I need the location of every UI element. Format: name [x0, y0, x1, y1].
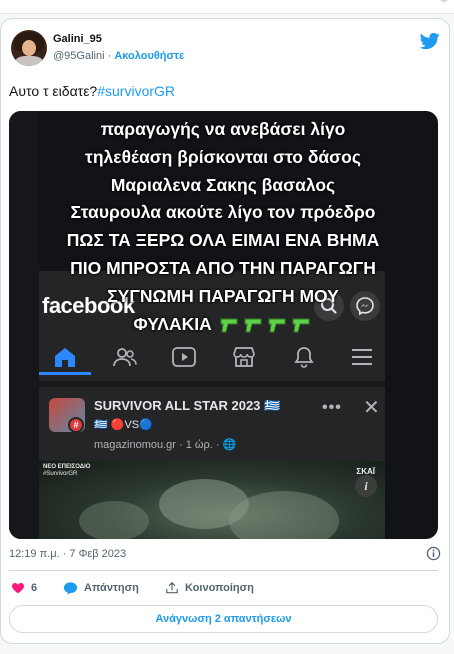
- tweet-card: Galini_95 @95Galini · Ακολουθήστε Αυτο τ…: [0, 18, 450, 644]
- post-thumbnail: #: [49, 398, 85, 433]
- avatar-face: [22, 40, 36, 56]
- video-label: ΝΕΟ ΕΠΕΙΣΟΔΙΟ: [43, 464, 91, 470]
- caption-overlay: παραγωγής να ανεβάσει λίγο τηλεθέαση βρί…: [23, 116, 423, 338]
- caption-line-last: ΦΥΛΑΚΙΑ: [23, 311, 423, 339]
- post-source: magazinomou.gr · 1 ώρ. · 🌐: [94, 439, 237, 451]
- caption-line: Μαριαλενα Σακης βασαλος: [110, 174, 336, 195]
- caption-line: ΣΥΓΝΩΜΗ ΠΑΡΑΓΩΓΗ ΜΟΥ: [107, 285, 339, 306]
- reply-label: Απάντηση: [84, 582, 139, 594]
- caption-line: παραγωγής να ανεβάσει λίγο: [100, 119, 346, 139]
- display-name[interactable]: Galini_95: [53, 33, 102, 45]
- post-emoji-line: 🇬🇷 🔴VS🔵: [94, 419, 153, 431]
- facebook-nav-bar: [39, 339, 385, 375]
- facebook-divider: [39, 381, 385, 387]
- handle-separator: ·: [104, 50, 115, 62]
- previous-tweet-fragment: [440, 0, 448, 2]
- share-button[interactable]: Κοινοποίηση: [165, 581, 254, 595]
- reply-button[interactable]: Απάντηση: [63, 581, 139, 595]
- follow-button[interactable]: Ακολουθήστε: [114, 50, 184, 62]
- read-replies-button[interactable]: Ανάγνωση 2 απαντήσεων: [9, 605, 438, 633]
- home-icon: [55, 348, 75, 367]
- speech-bubble-icon: [63, 582, 78, 595]
- like-button[interactable]: 6: [11, 581, 37, 595]
- previous-tweet-bottom-edge: [0, 0, 454, 14]
- tweet-timestamp[interactable]: 12:19 π.μ. · 7 Φεβ 2023: [9, 548, 126, 560]
- hashtag-link[interactable]: #survivorGR: [97, 83, 175, 99]
- share-label: Κοινοποίηση: [185, 582, 254, 594]
- user-handle[interactable]: @95Galini: [53, 50, 105, 62]
- tweet-text: Αυτο τ ειδατε?#survivorGR: [9, 83, 175, 99]
- video-hashtag: #SurvivorGR: [43, 471, 78, 477]
- caption-line: ΠΩΣ ΤΑ ΞΕΡΩ ΟΛΑ ΕΙΜΑΙ ΕΝΑ ΒΗΜΑ: [66, 230, 380, 251]
- menu-icon: [352, 349, 372, 365]
- caption-line: Σταυρουλα ακούτε λίγο τον πρόεδρο: [70, 202, 376, 223]
- like-count: 6: [31, 582, 38, 594]
- video-figure-3: [79, 501, 149, 539]
- twitter-bird-icon[interactable]: [419, 31, 441, 51]
- bell-icon: [294, 347, 314, 368]
- tweet-media[interactable]: facebook # SURVIVOR ALL STAR 2023 🇬🇷 🇬🇷 …: [9, 111, 438, 539]
- video-thumbnail: ΝΕΟ ΕΠΕΙΣΟΔΙΟ #SurvivorGR ΣΚΑΪ i: [39, 461, 385, 539]
- info-circle-icon[interactable]: [426, 546, 441, 561]
- divider: [9, 570, 438, 571]
- hashtag-badge-icon: #: [68, 417, 84, 433]
- close-icon: ✕: [363, 397, 380, 419]
- friends-icon: [113, 348, 137, 367]
- video-figure-2: [229, 491, 339, 539]
- marketplace-icon: [233, 347, 255, 367]
- info-icon: i: [355, 475, 377, 497]
- caption-line: ΦΥΛΑΚΙΑ: [133, 313, 212, 334]
- more-options-icon: •••: [322, 399, 342, 416]
- share-icon: [166, 581, 178, 594]
- avatar[interactable]: [11, 30, 47, 66]
- heart-icon: [12, 583, 24, 594]
- active-tab-indicator: [39, 372, 91, 375]
- tweet-text-body: Αυτο τ ειδατε?: [9, 83, 98, 99]
- caption-line: τηλεθέαση βρίσκονται στο δάσος: [85, 146, 361, 167]
- video-icon: [172, 347, 196, 367]
- avatar-shoulders: [15, 56, 43, 66]
- water-pistol-emoji-icons: [220, 318, 310, 333]
- handle-line: @95Galini · Ακολουθήστε: [53, 50, 184, 62]
- caption-line: ΠΙΟ ΜΠΡΟΣΤΑ ΑΠΟ ΤΗΝ ΠΑΡΑΓΩΓΗ: [70, 257, 376, 278]
- post-title: SURVIVOR ALL STAR 2023 🇬🇷: [94, 398, 281, 413]
